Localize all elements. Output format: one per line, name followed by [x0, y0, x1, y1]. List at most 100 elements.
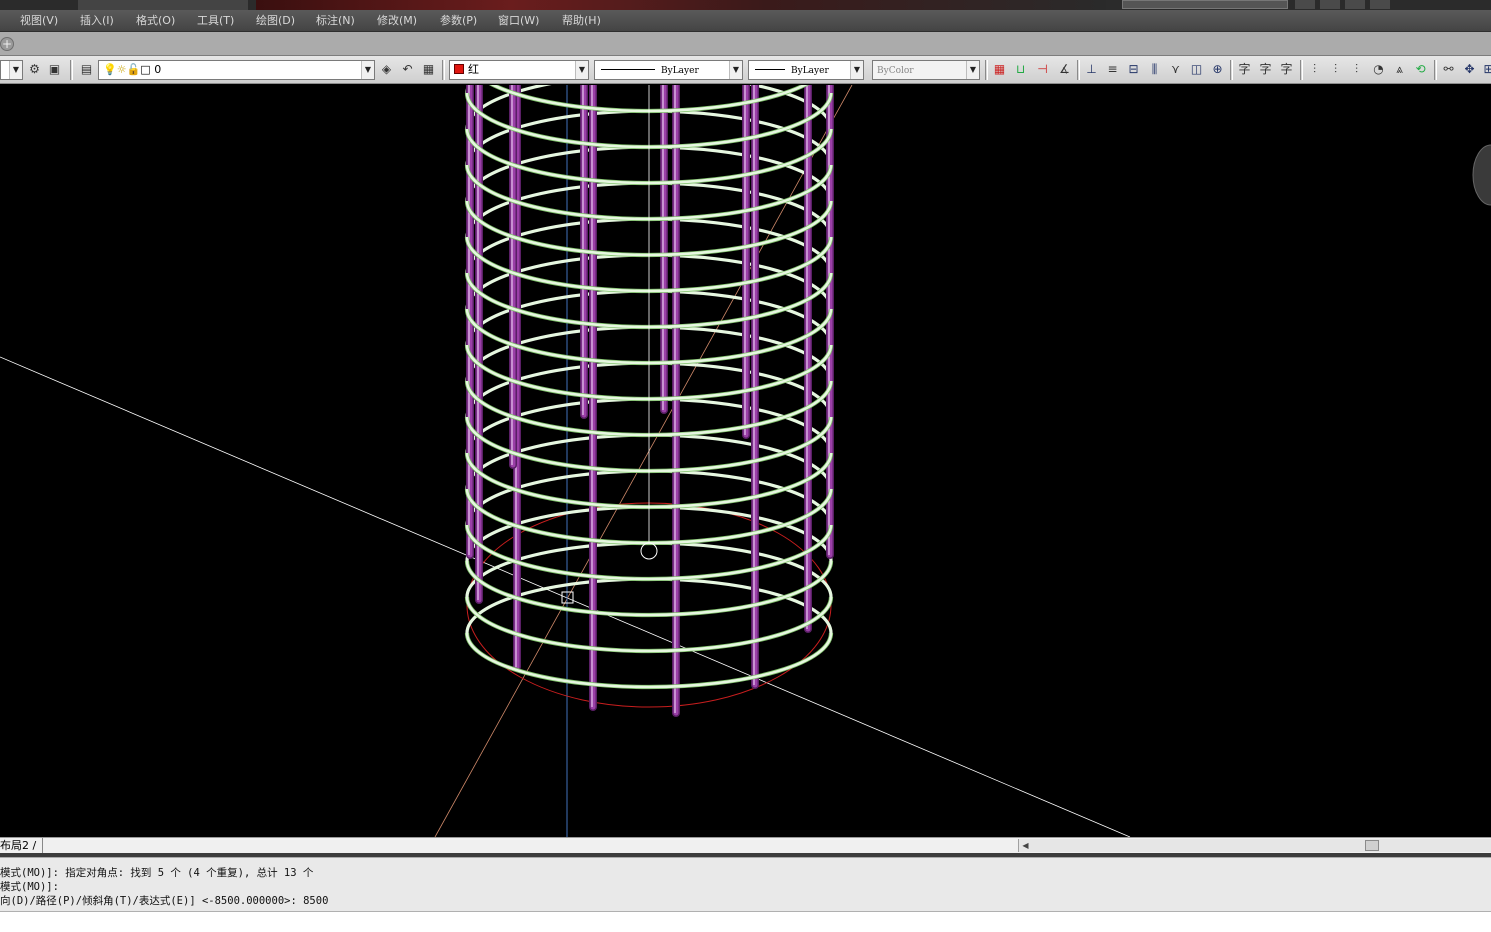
layer-states-icon[interactable]: ▦: [420, 61, 437, 78]
title-bar: [0, 0, 1491, 10]
circle-tool-icon[interactable]: ◔: [1370, 61, 1387, 78]
stirrup-front-outline: [464, 560, 834, 618]
stirrup-front-outline: [464, 596, 834, 654]
plotstyle-name: ByColor: [877, 66, 914, 76]
workspace-dropdown[interactable]: ▼: [0, 60, 23, 80]
command-line-3: 向(D)/路径(P)/倾斜角(T)/表达式(E)] <-8500.000000>…: [0, 895, 329, 907]
linetype-sample: [601, 69, 655, 70]
menu-modify[interactable]: 修改(M): [377, 13, 417, 29]
lock-icon: 🔓: [126, 63, 141, 76]
layer-color-icon: □: [140, 63, 151, 76]
chevron-down-icon: ▼: [966, 61, 979, 79]
tolerance-icon[interactable]: ◫: [1188, 61, 1205, 78]
menu-window[interactable]: 窗口(W): [498, 13, 539, 29]
command-input[interactable]: [0, 911, 1491, 932]
dim-angular-icon[interactable]: ∡: [1056, 61, 1073, 78]
viewcube-edge: [1472, 144, 1491, 206]
lineweight-sample: [755, 69, 785, 70]
dim-space-icon[interactable]: ⫼: [1146, 61, 1163, 78]
help-button[interactable]: [1295, 0, 1315, 9]
toolbar-grip[interactable]: [70, 60, 73, 80]
sun-icon: ☼: [116, 63, 127, 76]
color-name: 红: [468, 63, 479, 76]
stirrup-front-outline: [464, 632, 834, 690]
color-swatch: [454, 64, 464, 74]
rebar-tool-1-icon[interactable]: ⫶: [1306, 61, 1323, 78]
title-band: [256, 0, 1106, 10]
search-box[interactable]: [1122, 0, 1288, 9]
menu-view[interactable]: 视图(V): [20, 13, 58, 29]
autocad-window: 视图(V) 插入(I) 格式(O) 工具(T) 绘图(D) 标注(N) 修改(M…: [0, 0, 1491, 932]
rebar-tool-3-icon[interactable]: ⫶: [1348, 61, 1365, 78]
dim-linear-icon[interactable]: ⊔: [1012, 61, 1029, 78]
dim-ordinate-icon[interactable]: ⊥: [1083, 61, 1100, 78]
chevron-down-icon: ▼: [850, 61, 863, 79]
stirrup-front: [465, 632, 833, 689]
horizontal-scrollbar[interactable]: ◀: [1018, 839, 1491, 852]
rebar-tool-2-icon[interactable]: ⫶: [1327, 61, 1344, 78]
gear-icon[interactable]: ⚙: [26, 61, 43, 78]
menu-parametric[interactable]: 参数(P): [440, 13, 477, 29]
make-current-layer-icon[interactable]: ◈: [378, 61, 395, 78]
measure-icon[interactable]: ⩓: [1391, 61, 1408, 78]
new-tab-plus-icon[interactable]: +: [0, 37, 14, 51]
center-mark-icon[interactable]: ⊕: [1209, 61, 1226, 78]
scroll-thumb[interactable]: [1365, 840, 1379, 851]
toolbar-grip[interactable]: [1300, 60, 1303, 80]
tab-layout2[interactable]: 布局2 /: [0, 838, 44, 853]
toolbar-grip[interactable]: [1434, 60, 1437, 80]
lightbulb-icon: 💡: [103, 63, 117, 76]
text-edit-icon[interactable]: 字: [1278, 61, 1295, 78]
linetype-name: ByLayer: [661, 66, 699, 76]
scroll-left-icon[interactable]: ◀: [1019, 839, 1032, 852]
restore-button[interactable]: [1345, 0, 1365, 9]
stirrup-front: [465, 560, 833, 617]
layer-previous-icon[interactable]: ↶: [399, 61, 416, 78]
menu-draw[interactable]: 绘图(D): [256, 13, 295, 29]
dim-break-icon[interactable]: ⋎: [1167, 61, 1184, 78]
layer-dropdown[interactable]: 💡☼🔓□ 0 ▼: [98, 60, 375, 80]
chevron-down-icon: ▼: [575, 61, 588, 79]
toolbar-grip[interactable]: [985, 60, 988, 80]
close-button[interactable]: [1370, 0, 1390, 9]
menu-format[interactable]: 格式(O): [136, 13, 175, 29]
lineweight-dropdown[interactable]: ByLayer ▼: [748, 60, 864, 80]
file-tab-strip: +: [0, 32, 1491, 56]
table-icon[interactable]: ▦: [991, 61, 1008, 78]
chevron-down-icon: ▼: [729, 61, 742, 79]
center-marker: [640, 542, 658, 560]
chevron-down-icon: ▼: [361, 61, 374, 79]
color-dropdown[interactable]: 红 ▼: [449, 60, 589, 80]
layer-properties-icon[interactable]: ▤: [78, 61, 95, 78]
layer-name: 0: [154, 63, 162, 76]
chevron-down-icon: ▼: [9, 61, 22, 79]
text-style-icon[interactable]: 字: [1236, 61, 1253, 78]
layout-tab-bar: 布局2 / ◀: [0, 837, 1491, 853]
toolbar-grip[interactable]: [442, 60, 445, 80]
minimize-button[interactable]: [1320, 0, 1340, 9]
rotate-icon[interactable]: ⟲: [1412, 61, 1429, 78]
dim-baseline-icon[interactable]: ≡: [1104, 61, 1121, 78]
lineweight-name: ByLayer: [791, 66, 829, 76]
model-canvas[interactable]: [0, 85, 1491, 837]
orbit-icon[interactable]: ⚯: [1440, 61, 1457, 78]
menu-dimension[interactable]: 标注(N): [316, 13, 355, 29]
menu-insert[interactable]: 插入(I): [80, 13, 114, 29]
menu-help[interactable]: 帮助(H): [562, 13, 601, 29]
command-line-1: 模式(MO)]: 指定对角点: 找到 5 个 (4 个重复), 总计 13 个: [0, 867, 314, 879]
toolbar-grip[interactable]: [1077, 60, 1080, 80]
zoom-icon[interactable]: ⊞: [1480, 61, 1491, 78]
stirrup-back: [465, 577, 833, 634]
dim-aligned-icon[interactable]: ⊣: [1034, 61, 1051, 78]
toolbar-grip[interactable]: [1230, 60, 1233, 80]
linetype-dropdown[interactable]: ByLayer ▼: [594, 60, 743, 80]
multiline-text-icon[interactable]: 字: [1257, 61, 1274, 78]
drawing-viewport[interactable]: [0, 85, 1491, 837]
pan-icon[interactable]: ✥: [1461, 61, 1478, 78]
plotstyle-dropdown[interactable]: ByColor ▼: [872, 60, 980, 80]
dim-continue-icon[interactable]: ⊟: [1125, 61, 1142, 78]
properties-toolbar: ▼ ⚙ ▣ ▤ 💡☼🔓□ 0 ▼ ◈ ↶ ▦ 红 ▼ ByLayer ▼ ByL…: [0, 56, 1491, 84]
stirrup-back: [465, 541, 833, 598]
workspace-settings-icon[interactable]: ▣: [46, 61, 63, 78]
menu-tools[interactable]: 工具(T): [197, 13, 234, 29]
